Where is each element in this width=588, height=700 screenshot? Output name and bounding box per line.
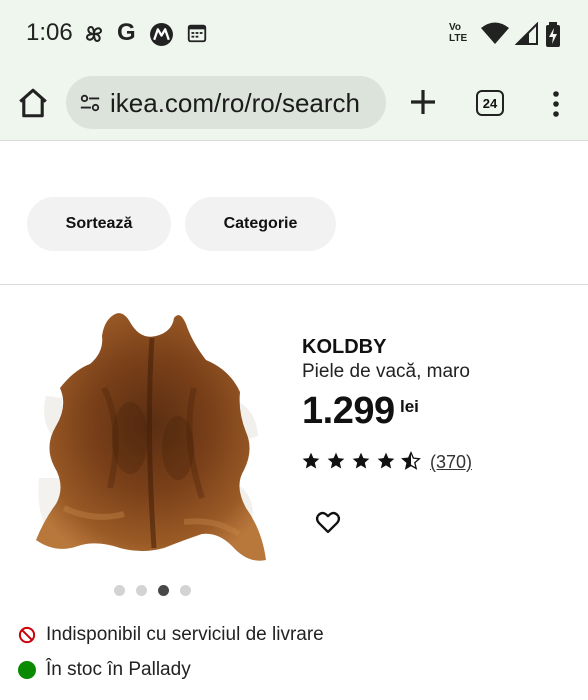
carousel-dot[interactable] xyxy=(114,585,125,596)
star-full-icon xyxy=(352,452,370,469)
battery-icon xyxy=(546,22,560,47)
unavailable-icon xyxy=(18,626,36,644)
toolbar-divider xyxy=(0,140,588,141)
image-carousel-dots[interactable] xyxy=(114,585,191,596)
price-currency: lei xyxy=(400,397,419,416)
rating-stars xyxy=(300,451,422,471)
new-tab-plus-icon[interactable] xyxy=(407,86,439,118)
status-time: 1:06 xyxy=(26,19,73,46)
star-full-icon xyxy=(377,452,395,469)
signal-icon xyxy=(515,22,538,45)
address-bar[interactable]: ikea.com/ro/ro/search xyxy=(66,76,386,129)
volte-bottom-label: LTE xyxy=(449,33,468,44)
store-status-text: În stoc în Pallady xyxy=(46,659,191,680)
store-availability: În stoc în Pallady xyxy=(18,659,191,681)
sort-button[interactable]: Sortează xyxy=(27,197,171,251)
delivery-availability: Indisponibil cu serviciul de livrare xyxy=(18,624,324,646)
star-half-icon xyxy=(401,451,421,470)
volte-top-label: Vo xyxy=(449,22,462,33)
product-name[interactable]: KOLDBY xyxy=(302,336,386,359)
in-stock-dot-icon xyxy=(18,661,36,679)
filters-divider xyxy=(0,284,588,285)
product-image[interactable] xyxy=(34,308,274,570)
calendar-icon xyxy=(187,24,207,43)
volte-icon: Vo LTE xyxy=(449,22,475,44)
status-bar: 1:06 G Vo LTE xyxy=(0,0,588,68)
browser-toolbar: ikea.com/ro/ro/search 24 xyxy=(0,68,588,140)
carousel-dot[interactable] xyxy=(180,585,191,596)
delivery-status-text: Indisponibil cu serviciul de livrare xyxy=(46,624,324,645)
more-vert-icon[interactable] xyxy=(546,89,566,119)
carousel-dot[interactable] xyxy=(136,585,147,596)
home-icon[interactable] xyxy=(16,86,50,120)
tab-switcher-icon[interactable]: 24 xyxy=(476,90,504,116)
product-description: Piele de vacă, maro xyxy=(302,361,470,382)
carousel-dot-active[interactable] xyxy=(158,585,169,596)
review-count-link[interactable]: (370) xyxy=(430,452,472,473)
star-full-icon xyxy=(302,452,320,469)
star-full-icon xyxy=(327,452,345,469)
heart-icon[interactable] xyxy=(314,508,342,536)
product-price: 1.299 xyxy=(302,390,395,432)
google-icon: G xyxy=(117,19,136,46)
site-settings-icon[interactable] xyxy=(79,92,101,114)
motorola-icon xyxy=(150,23,173,46)
wifi-icon xyxy=(481,22,509,44)
category-button[interactable]: Categorie xyxy=(185,197,336,251)
pinwheel-icon xyxy=(85,25,103,43)
url-text[interactable]: ikea.com/ro/ro/search xyxy=(110,88,360,119)
